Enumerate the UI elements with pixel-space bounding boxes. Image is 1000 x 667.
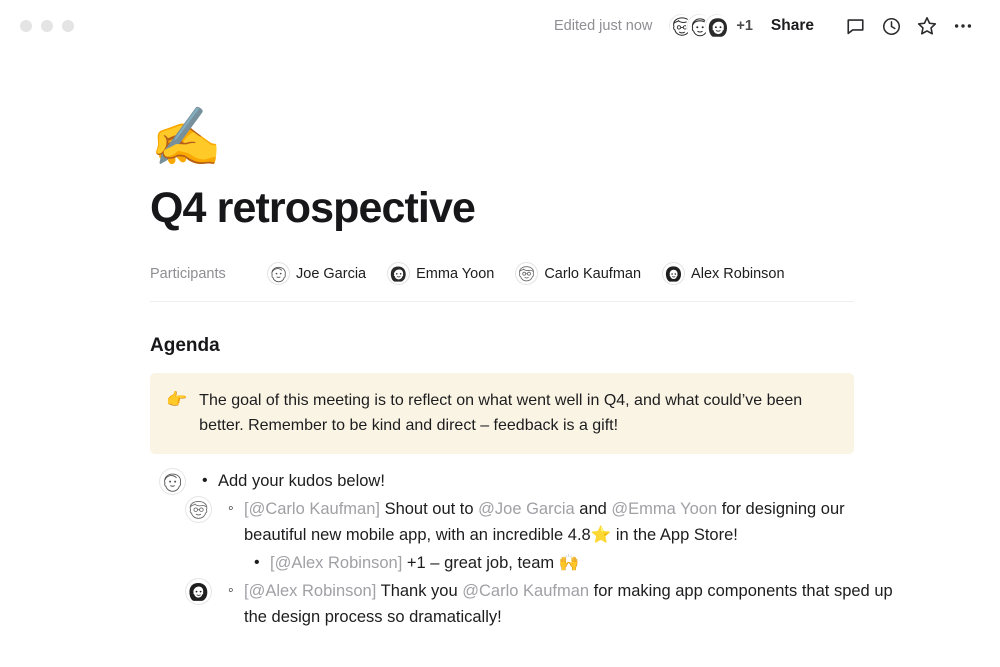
mention-token[interactable]: @Emma Yoon [611,500,717,518]
participant-name: Alex Robinson [691,265,785,282]
list-item-text: Add your kudos below! [202,468,385,494]
more-ellipsis-icon[interactable] [948,11,978,41]
participants-label: Participants [150,265,226,282]
page-title[interactable]: Q4 retrospective [150,184,1000,233]
list-item-avatar [186,579,211,604]
list-item[interactable]: ◦ [@Alex Robinson] Thank you @Carlo Kauf… [150,578,910,630]
writing-hand-emoji[interactable]: ✍️ [150,100,1000,176]
share-button[interactable]: Share [771,17,814,35]
emma-yoon-avatar [388,263,410,284]
text-segment: and [574,500,612,518]
kudos-list: • Add your kudos below! ◦ [@Carlo Kaufma… [150,468,910,630]
text-segment: Shout out to [379,500,479,518]
maximize-window-button[interactable] [62,20,74,32]
callout-block[interactable]: 👉 The goal of this meeting is to reflect… [150,373,854,454]
list-item-avatar [160,469,185,494]
participant-carlo-kaufman[interactable]: Carlo Kaufman [516,263,641,284]
participant-name: Joe Garcia [296,265,367,282]
minimize-window-button[interactable] [41,20,53,32]
joe-garcia-avatar [268,263,289,284]
participants-row: Participants Joe Garcia Emma Yoon Carlo … [150,263,854,302]
list-item-avatar [186,497,211,522]
participant-name: Carlo Kaufman [544,265,642,282]
mention-token[interactable]: @Joe Garcia [478,500,575,518]
carlo-kaufman-avatar [516,263,538,284]
list-item[interactable]: • Add your kudos below! [150,468,910,494]
list-item-text: [@Carlo Kaufman] Shout out to @Joe Garci… [228,496,910,548]
edited-status-label: Edited just now [554,18,653,34]
bullet-marker: ◦ [228,582,234,599]
window-traffic-lights [20,20,74,32]
participant-alex-robinson[interactable]: Alex Robinson [663,263,785,284]
participant-name: Emma Yoon [416,265,495,282]
list-item[interactable]: ◦ [@Carlo Kaufman] Shout out to @Joe Gar… [150,496,910,548]
list-item-text: [@Alex Robinson] Thank you @Carlo Kaufma… [228,578,910,630]
callout-text: The goal of this meeting is to reflect o… [199,392,803,434]
text-segment: Thank you [376,582,463,600]
agenda-heading[interactable]: Agenda [150,335,1000,357]
document-body: ✍️ Q4 retrospective Participants Joe Gar… [0,100,1000,630]
window-titlebar: Edited just now +1 Share [0,0,1000,52]
collaborator-avatar-3[interactable] [704,13,731,39]
text-segment: Add your kudos below! [218,472,385,490]
text-segment: +1 – great job, team 🙌 [402,554,580,572]
pointing-right-emoji: 👉 [166,390,188,409]
collaborator-avatar-stack[interactable] [668,13,731,39]
titlebar-actions: Edited just now +1 Share [554,11,978,41]
list-item[interactable]: • [@Alex Robinson] +1 – great job, team … [150,550,910,576]
close-window-button[interactable] [20,20,32,32]
mention-token[interactable]: @Carlo Kaufman [462,582,589,600]
bullet-marker: • [254,554,260,571]
mention-token[interactable]: [@Alex Robinson] [270,554,402,572]
list-item-text: [@Alex Robinson] +1 – great job, team 🙌 [254,550,579,576]
history-clock-icon[interactable] [876,11,906,41]
bullet-marker: ◦ [228,500,234,517]
alex-robinson-avatar [663,263,685,284]
comment-icon[interactable] [840,11,870,41]
collaborators-overflow-count[interactable]: +1 [736,18,753,34]
mention-token[interactable]: [@Carlo Kaufman] [244,500,380,518]
participant-emma-yoon[interactable]: Emma Yoon [388,263,494,284]
star-icon[interactable] [912,11,942,41]
participant-joe-garcia[interactable]: Joe Garcia [268,263,366,284]
mention-token[interactable]: [@Alex Robinson] [244,582,376,600]
bullet-marker: • [202,472,208,489]
